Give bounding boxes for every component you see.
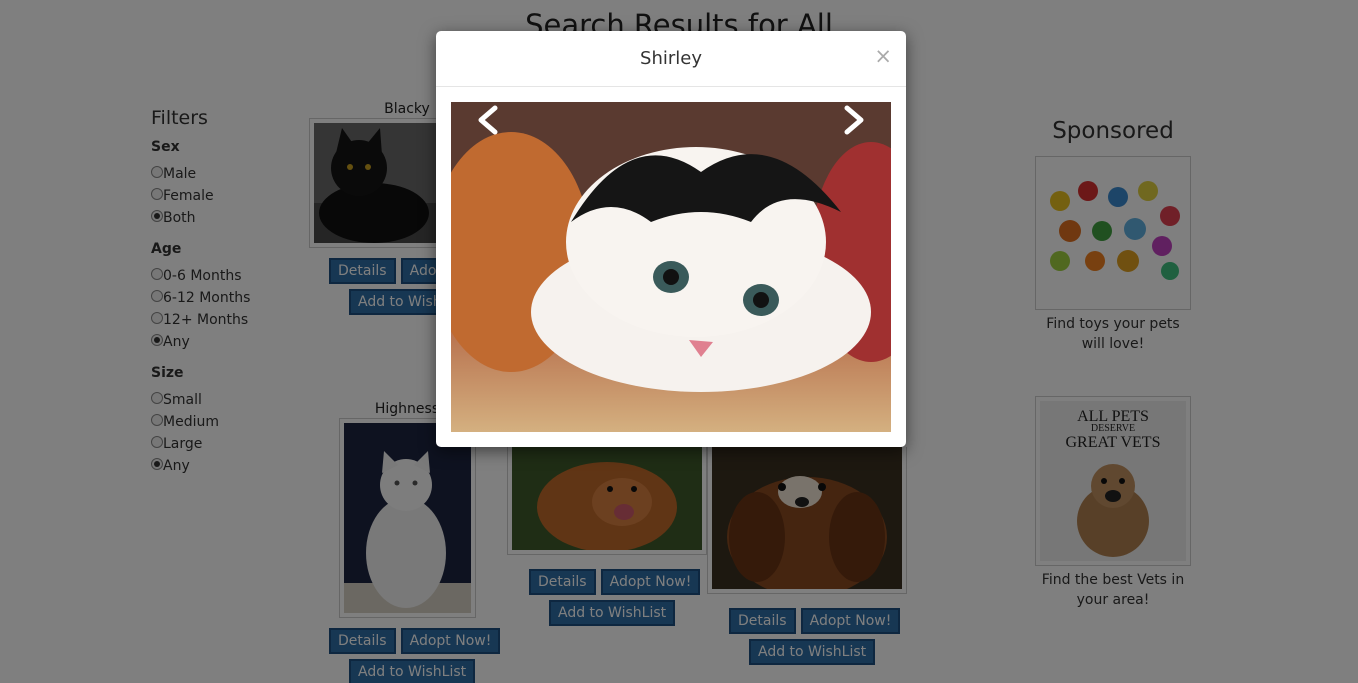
carousel-prev-control[interactable]: [461, 102, 511, 142]
chevron-right-icon: [844, 105, 864, 135]
kitten-image: [451, 102, 891, 432]
pet-gallery-modal: Shirley ×: [436, 31, 906, 447]
modal-title: Shirley: [640, 48, 702, 69]
close-icon[interactable]: ×: [874, 31, 892, 81]
carousel-next-control[interactable]: [831, 102, 881, 142]
chevron-left-icon: [478, 105, 498, 135]
image-carousel: [451, 102, 891, 432]
modal-header: Shirley ×: [436, 31, 906, 87]
